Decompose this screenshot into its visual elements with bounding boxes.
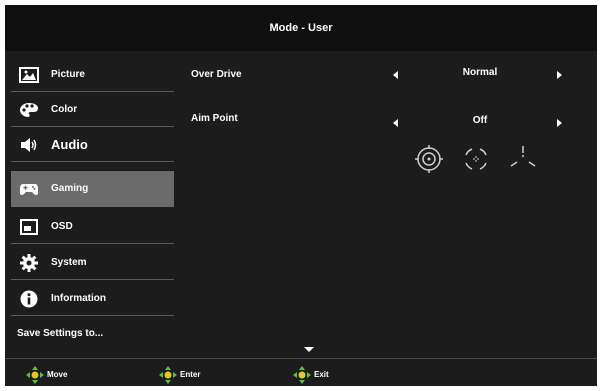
dot-circle-icon[interactable]: [461, 144, 491, 174]
move-hint: Move: [25, 365, 85, 385]
scroll-down-arrow-icon[interactable]: [304, 347, 314, 352]
speaker-icon: [21, 138, 37, 152]
sidebar-item-system[interactable]: System: [11, 246, 174, 280]
menu-header: Mode - User: [5, 5, 597, 51]
enter-label: Enter: [180, 370, 201, 379]
save-settings-button[interactable]: Save Settings to...: [11, 317, 174, 351]
aim-point-value[interactable]: Off: [440, 115, 520, 126]
gamepad-icon: [20, 184, 38, 196]
sidebar-item-label: System: [51, 257, 87, 268]
sidebar-item-audio[interactable]: Audio: [11, 128, 174, 162]
sidebar-item-label: Color: [51, 104, 78, 115]
info-icon: [20, 290, 38, 308]
aim-point-label: Aim Point: [191, 113, 238, 124]
osd-menu-panel: Mode - User Picture Color Audio Gaming O…: [5, 5, 597, 386]
sidebar-item-label: Audio: [51, 137, 88, 152]
joystick-exit-icon: [293, 366, 311, 384]
aim-point-left-arrow-icon[interactable]: [393, 119, 398, 127]
sidebar-item-osd[interactable]: OSD: [11, 210, 174, 244]
picture-icon: [19, 67, 39, 83]
enter-hint: Enter: [158, 365, 218, 385]
over-drive-right-arrow-icon[interactable]: [557, 71, 562, 79]
joystick-enter-icon: [159, 366, 177, 384]
sidebar-item-information[interactable]: Information: [11, 282, 174, 316]
palette-icon: [20, 103, 38, 117]
sidebar-item-label: Information: [51, 293, 106, 304]
osd-window-icon: [20, 219, 38, 235]
aim-point-right-arrow-icon[interactable]: [557, 119, 562, 127]
save-settings-label: Save Settings to...: [17, 328, 104, 339]
sidebar-item-label: OSD: [51, 221, 73, 232]
sidebar-item-label: Picture: [51, 69, 85, 80]
osd-screen: Mode - User Picture Color Audio Gaming O…: [0, 0, 602, 391]
exit-label: Exit: [314, 370, 329, 379]
page-title: Mode - User: [269, 22, 333, 34]
exit-hint: Exit: [292, 365, 352, 385]
sidebar-item-label: Gaming: [51, 183, 89, 194]
crosshair-circle-icon[interactable]: [414, 144, 444, 174]
sidebar-item-picture[interactable]: Picture: [11, 58, 174, 92]
sidebar-item-color[interactable]: Color: [11, 93, 174, 127]
footer-divider: [5, 358, 597, 359]
over-drive-value[interactable]: Normal: [440, 67, 520, 78]
joystick-move-icon: [26, 366, 44, 384]
sidebar-item-gaming[interactable]: Gaming: [11, 171, 174, 207]
tri-line-icon[interactable]: [508, 144, 538, 174]
move-label: Move: [47, 370, 68, 379]
gear-icon: [20, 254, 38, 272]
over-drive-label: Over Drive: [191, 69, 242, 80]
over-drive-left-arrow-icon[interactable]: [393, 71, 398, 79]
